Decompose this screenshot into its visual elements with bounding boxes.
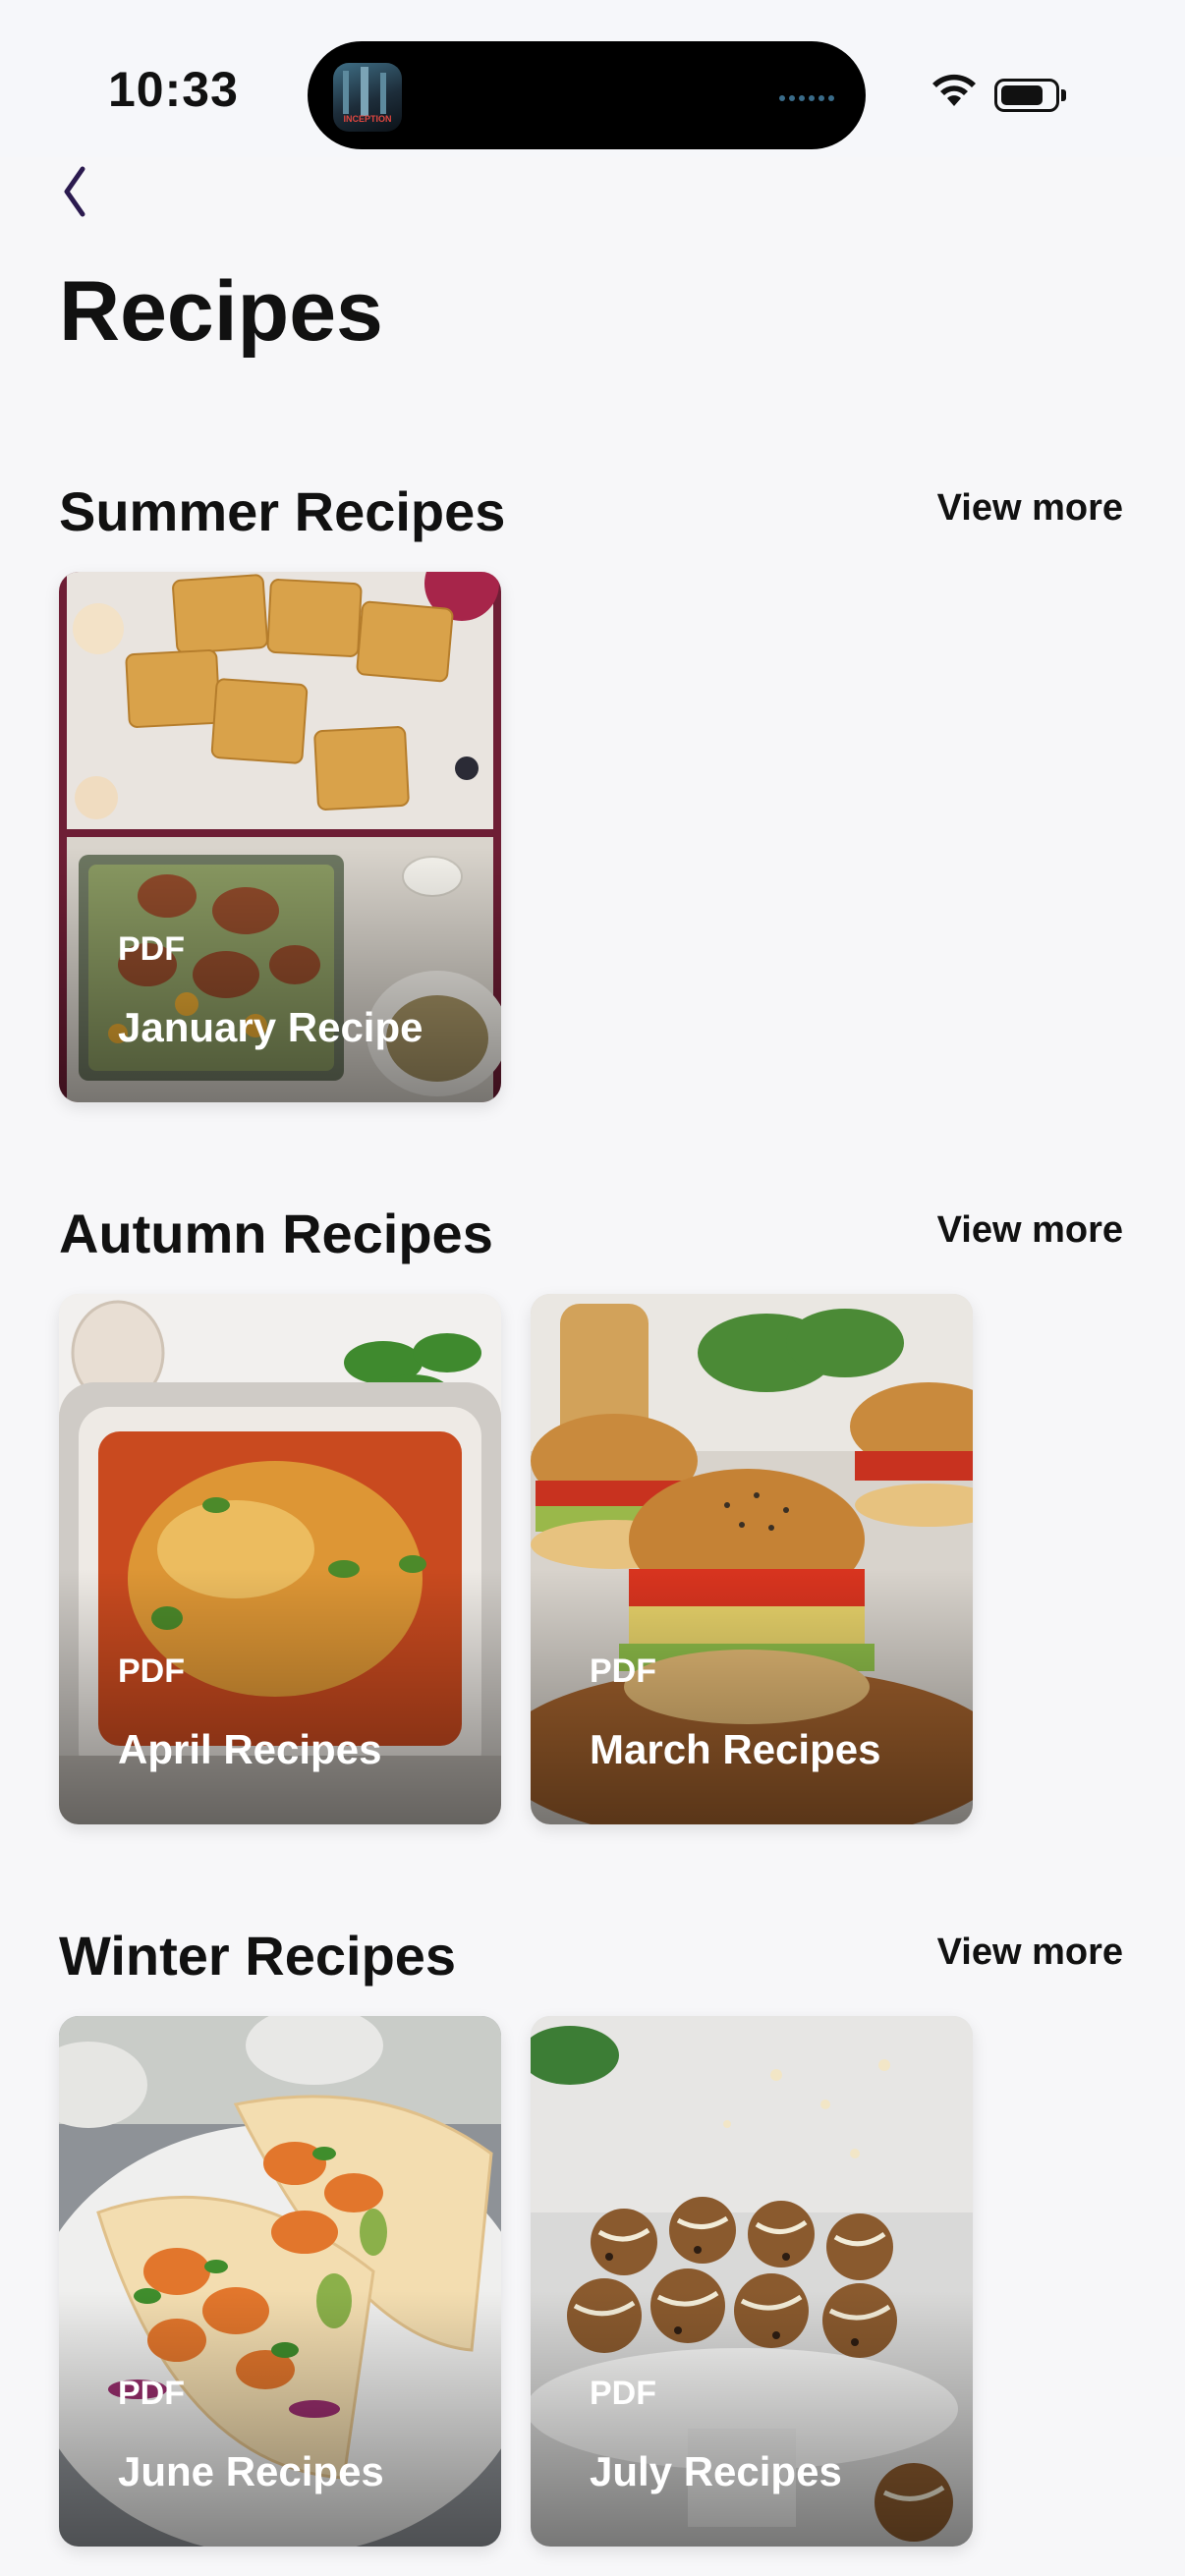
card-gradient [531, 2291, 973, 2547]
card-kind-label: PDF [118, 930, 185, 968]
card-title: July Recipes [590, 2448, 842, 2494]
recipe-card[interactable]: PDF July Recipes [531, 2016, 973, 2547]
back-button[interactable] [57, 157, 116, 226]
wifi-icon [932, 74, 976, 106]
card-gradient [59, 1569, 501, 1824]
card-kind-label: PDF [590, 1652, 656, 1690]
recipe-card[interactable]: PDF April Recipes [59, 1294, 501, 1824]
now-playing-thumbnail: INCEPTION [333, 63, 402, 132]
card-gradient [59, 847, 501, 1102]
section-title: Winter Recipes [59, 1925, 457, 1987]
recipe-card[interactable]: PDF January Recipe [59, 572, 501, 1102]
thumbnail-caption: INCEPTION [343, 114, 392, 124]
page-title: Recipes [59, 264, 383, 359]
card-gradient [59, 2291, 501, 2547]
status-bar: 10:33 INCEPTION [0, 0, 1185, 157]
card-gradient [531, 1569, 973, 1824]
card-title: June Recipes [118, 2448, 384, 2494]
card-kind-label: PDF [118, 1652, 185, 1690]
recipe-card[interactable]: PDF June Recipes [59, 2016, 501, 2547]
card-kind-label: PDF [590, 2375, 656, 2412]
recipe-card[interactable]: PDF March Recipes [531, 1294, 973, 1824]
dynamic-island[interactable]: INCEPTION [308, 41, 866, 149]
status-time: 10:33 [108, 62, 239, 117]
view-more-button[interactable]: View more [937, 1209, 1123, 1252]
card-title: March Recipes [590, 1726, 881, 1772]
section-title: Summer Recipes [59, 480, 506, 542]
section-title: Autumn Recipes [59, 1203, 493, 1264]
card-title: January Recipe [118, 1004, 423, 1050]
view-more-button[interactable]: View more [937, 1932, 1123, 1974]
card-kind-label: PDF [118, 2375, 185, 2412]
chevron-left-icon [64, 166, 85, 217]
audio-waveform-icon [777, 90, 840, 101]
view-more-button[interactable]: View more [937, 487, 1123, 530]
battery-icon [994, 79, 1059, 112]
battery-cap [1061, 89, 1066, 101]
card-title: April Recipes [118, 1726, 382, 1772]
